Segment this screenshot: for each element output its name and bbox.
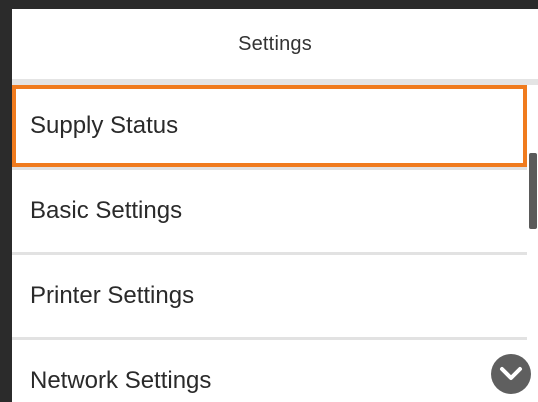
- page-title: Settings: [238, 32, 312, 55]
- header: Settings: [12, 9, 538, 79]
- menu-item-supply-status[interactable]: Supply Status: [12, 85, 527, 167]
- menu-item-label: Network Settings: [30, 367, 212, 394]
- screen-bezel-left: [0, 0, 12, 402]
- menu-item-label: Basic Settings: [30, 197, 183, 224]
- screen-bezel-top: [0, 0, 538, 9]
- menu-item-printer-settings[interactable]: Printer Settings: [12, 255, 527, 337]
- scrollbar-track[interactable]: [527, 85, 538, 402]
- scroll-down-button[interactable]: [491, 354, 531, 394]
- menu-item-network-settings[interactable]: Network Settings: [12, 340, 527, 402]
- chevron-down-icon: [500, 367, 522, 380]
- printer-settings-screen: Settings Supply Status Basic Settings Pr…: [0, 0, 538, 402]
- menu-item-basic-settings[interactable]: Basic Settings: [12, 170, 527, 252]
- scrollbar-thumb[interactable]: [529, 153, 537, 229]
- menu-item-label: Printer Settings: [30, 282, 195, 309]
- settings-menu-list: Supply Status Basic Settings Printer Set…: [12, 85, 538, 402]
- menu-item-label: Supply Status: [30, 112, 179, 139]
